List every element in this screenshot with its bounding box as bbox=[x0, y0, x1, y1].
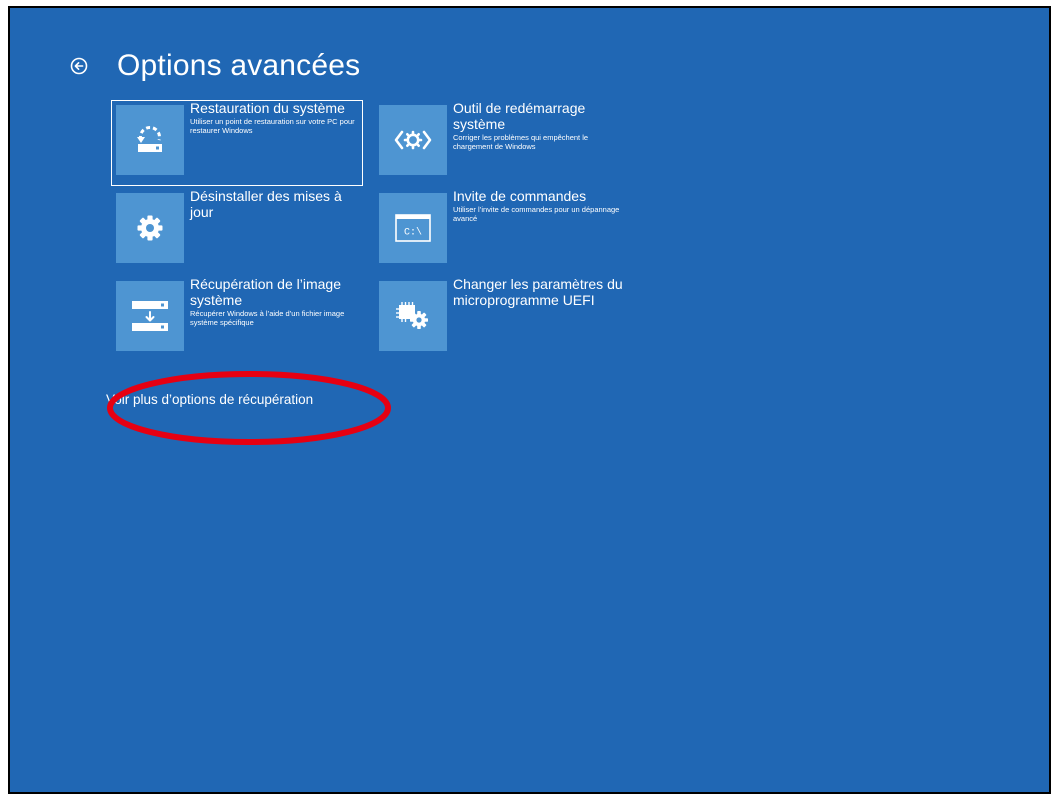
tile-text: Changer les paramètres du microprogramme… bbox=[453, 276, 625, 309]
tile-system-restore[interactable]: Restauration du système Utiliser un poin… bbox=[111, 100, 363, 186]
tile-title: Outil de redémarrage système bbox=[453, 100, 586, 132]
tile-description: Utiliser un point de restauration sur vo… bbox=[190, 117, 355, 135]
tile-description: Utiliser l’invite de commandes pour un d… bbox=[453, 205, 620, 223]
gear-icon bbox=[116, 193, 184, 263]
tile-description: Corriger les problèmes qui empêchent le … bbox=[453, 133, 589, 151]
tile-uefi-firmware-settings[interactable]: Changer les paramètres du microprogramme… bbox=[374, 276, 626, 362]
tile-text: Outil de redémarrage système Corriger le… bbox=[453, 100, 625, 151]
cmd-glyph: C:\ bbox=[404, 227, 422, 239]
tile-title: Restauration du système bbox=[190, 100, 345, 116]
tile-text: Invite de commandes Utiliser l’invite de… bbox=[453, 188, 625, 223]
tile-text: Restauration du système Utiliser un poin… bbox=[190, 100, 362, 135]
tile-uninstall-updates[interactable]: Désinstaller des mises à jour bbox=[111, 188, 363, 274]
back-arrow-circle-icon[interactable] bbox=[68, 55, 90, 77]
tile-startup-repair[interactable]: Outil de redémarrage système Corriger le… bbox=[374, 100, 626, 186]
system-restore-icon bbox=[116, 105, 184, 175]
advanced-options-screen: Options avancées Restauration du système… bbox=[8, 6, 1051, 794]
tile-text: Récupération de l’image système Récupére… bbox=[190, 276, 362, 327]
tile-title: Récupération de l’image système bbox=[190, 276, 341, 308]
tile-title: Désinstaller des mises à jour bbox=[190, 188, 342, 220]
tile-command-prompt[interactable]: C:\ Invite de commandes Utiliser l’invit… bbox=[374, 188, 626, 274]
startup-repair-icon bbox=[379, 105, 447, 175]
uefi-firmware-settings-icon bbox=[379, 281, 447, 351]
tile-system-image-recovery[interactable]: Récupération de l’image système Récupére… bbox=[111, 276, 363, 362]
tile-title: Changer les paramètres du microprogramme… bbox=[453, 276, 623, 308]
tile-title: Invite de commandes bbox=[453, 188, 587, 204]
command-prompt-icon: C:\ bbox=[379, 193, 447, 263]
tile-description: Récupérer Windows à l’aide d’un fichier … bbox=[190, 309, 345, 327]
more-recovery-options-link[interactable]: Voir plus d’options de récupération bbox=[106, 391, 313, 409]
header: Options avancées bbox=[68, 46, 360, 86]
tile-text: Désinstaller des mises à jour bbox=[190, 188, 362, 221]
page-title: Options avancées bbox=[117, 49, 361, 82]
system-image-recovery-icon bbox=[116, 281, 184, 351]
